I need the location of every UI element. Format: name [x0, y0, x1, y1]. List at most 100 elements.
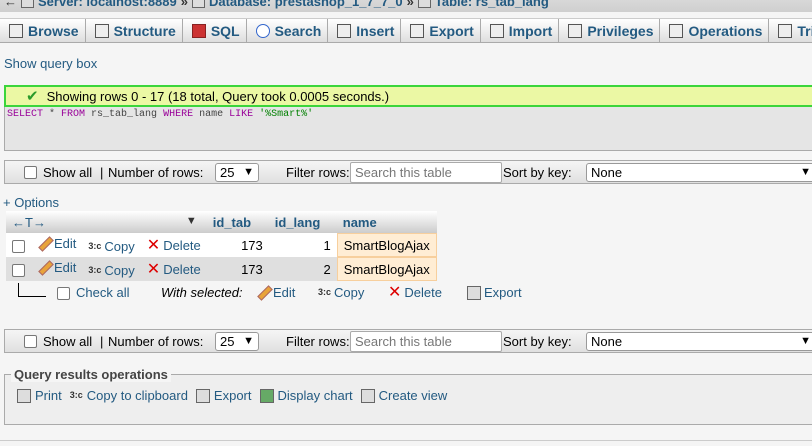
export-label: Export [213, 388, 252, 403]
copy-link[interactable]: 3:c Copy [88, 263, 134, 278]
cell-name[interactable]: SmartBlogAjax [336, 233, 437, 257]
column-header-id-tab[interactable]: id_tab [206, 211, 269, 233]
tab-label: Insert [356, 23, 395, 39]
cell-name[interactable]: SmartBlogAjax [336, 257, 437, 281]
insert-icon [337, 24, 352, 38]
cell-id-tab[interactable]: 173 [206, 233, 269, 257]
bulk-edit-label: Edit [273, 285, 296, 300]
display-chart-link[interactable]: Display chart [259, 388, 353, 403]
options-link[interactable]: + Options [3, 195, 59, 210]
show-all-checkbox[interactable] [24, 335, 37, 348]
print-link[interactable]: Print [17, 388, 62, 403]
edit-label: Edit [54, 236, 77, 252]
show-all-checkbox[interactable] [24, 166, 37, 179]
tab-structure[interactable]: Structure [85, 19, 183, 42]
checkmark-icon: ✔ [26, 88, 39, 105]
privileges-icon [568, 24, 583, 38]
sort-arrow-icon[interactable]: ▼ [186, 215, 197, 227]
tab-label: Structure [113, 23, 176, 39]
column-arrows-icon[interactable]: ←T→ [12, 215, 46, 230]
delete-link[interactable]: ✕ Delete [146, 236, 201, 254]
results-table: ←T→ ▼ id_tab id_lang name Edit 3:c Copy ✕… [6, 211, 437, 281]
tab-import[interactable]: Import [480, 19, 560, 42]
copy-to-clipboard-link[interactable]: 3:c Copy to clipboard [70, 388, 188, 403]
column-header-id-lang[interactable]: id_lang [268, 211, 337, 233]
row-select-cell [6, 233, 31, 257]
bulk-export-label: Export [484, 285, 522, 300]
tab-label: Search [274, 23, 322, 39]
tab-label: SQL [210, 23, 240, 39]
create-view-link[interactable]: Create view [360, 388, 447, 403]
sort-by-key-label: Sort by key: [503, 334, 572, 349]
tab-export[interactable]: Export [401, 19, 481, 42]
cell-id-lang[interactable]: 2 [268, 257, 337, 281]
copy-label: Copy [104, 238, 135, 254]
separator: | [100, 334, 104, 349]
show-all-label: Show all [43, 165, 93, 180]
tab-label: Import [508, 23, 553, 39]
back-arrow-icon[interactable]: ← [4, 0, 17, 9]
row-checkbox[interactable] [12, 263, 25, 277]
sort-by-key-select[interactable]: None ▼ [586, 163, 812, 182]
sort-by-key-select[interactable]: None ▼ [586, 332, 812, 351]
number-of-rows-value: 25 [220, 165, 235, 180]
query-results-operations-title: Query results operations [11, 367, 171, 382]
tab-sql[interactable]: SQL [182, 19, 247, 42]
bulk-export-link[interactable]: Export [467, 285, 522, 300]
cell-id-tab[interactable]: 173 [206, 257, 269, 281]
copy-icon: 3:c [88, 264, 102, 275]
filter-rows-input[interactable]: Search this table [350, 331, 502, 352]
show-query-box-link[interactable]: Show query box [4, 56, 97, 71]
copy-label: Copy [104, 262, 135, 278]
delete-x-icon: ✕ [146, 236, 161, 254]
copy-cell: 3:c Copy [82, 257, 141, 281]
breadcrumb-table[interactable]: Table: rs_tab_lang [435, 0, 549, 9]
tab-privileges[interactable]: Privileges [559, 19, 661, 42]
tab-label: Browse [28, 23, 79, 39]
tab-label: Trigge [797, 23, 812, 39]
row-select-cell [6, 257, 31, 281]
edit-link[interactable]: Edit [37, 236, 76, 251]
column-resize-header[interactable]: ←T→ ▼ [6, 211, 207, 233]
number-of-rows-label: Number of rows: [108, 334, 204, 349]
copy-link[interactable]: 3:c Copy [88, 239, 134, 254]
row-checkbox[interactable] [12, 239, 25, 253]
tab-insert[interactable]: Insert [328, 19, 402, 42]
delete-x-icon: ✕ [146, 260, 161, 278]
structure-icon [94, 24, 109, 38]
breadcrumb-database[interactable]: Database: prestashop_1_7_7_0 [209, 0, 403, 9]
navigation-bar-bottom: Show all | Number of rows: 25 ▼ Filter ro… [4, 329, 812, 353]
check-all-checkbox[interactable] [57, 287, 70, 300]
sql-token: name [193, 109, 230, 120]
column-header-name[interactable]: name [336, 211, 437, 233]
query-results-operations: Query results operations Print 3:c Copy t… [4, 367, 812, 425]
sql-keyword: SELECT [7, 109, 44, 120]
filter-rows-input[interactable]: Search this table [350, 162, 502, 183]
delete-link[interactable]: ✕ Delete [146, 260, 201, 278]
print-label: Print [35, 388, 62, 403]
table-row: Edit 3:c Copy ✕ Delete 173 1 SmartBlogAjax [6, 233, 437, 257]
tab-operations[interactable]: Operations [660, 19, 770, 42]
bulk-edit-link[interactable]: Edit [256, 285, 295, 300]
operations-icon [669, 24, 684, 38]
with-selected-label: With selected: [161, 285, 243, 300]
bulk-copy-link[interactable]: 3:c Copy [318, 285, 364, 300]
bulk-delete-link[interactable]: ✕ Delete [388, 284, 442, 301]
sql-string: '%Smart%' [253, 109, 314, 120]
check-all-link[interactable]: Check all [76, 285, 129, 300]
copy-to-clipboard-label: Copy to clipboard [86, 388, 188, 403]
export-link[interactable]: Export [195, 388, 252, 403]
pencil-icon [37, 261, 51, 275]
breadcrumb: ← Server: localhost:8889 » Database: pre… [0, 0, 812, 12]
tab-search[interactable]: Search [246, 19, 329, 42]
delete-x-icon: ✕ [388, 284, 402, 301]
breadcrumb-server[interactable]: Server: localhost:8889 [38, 0, 177, 9]
edit-link[interactable]: Edit [37, 260, 76, 275]
tab-triggers[interactable]: Trigge [769, 19, 812, 42]
tab-browse[interactable]: Browse [0, 19, 86, 42]
delete-label: Delete [163, 237, 201, 253]
pencil-icon [37, 237, 51, 251]
number-of-rows-select[interactable]: 25 ▼ [215, 332, 259, 351]
number-of-rows-select[interactable]: 25 ▼ [215, 163, 259, 182]
cell-id-lang[interactable]: 1 [268, 233, 337, 257]
